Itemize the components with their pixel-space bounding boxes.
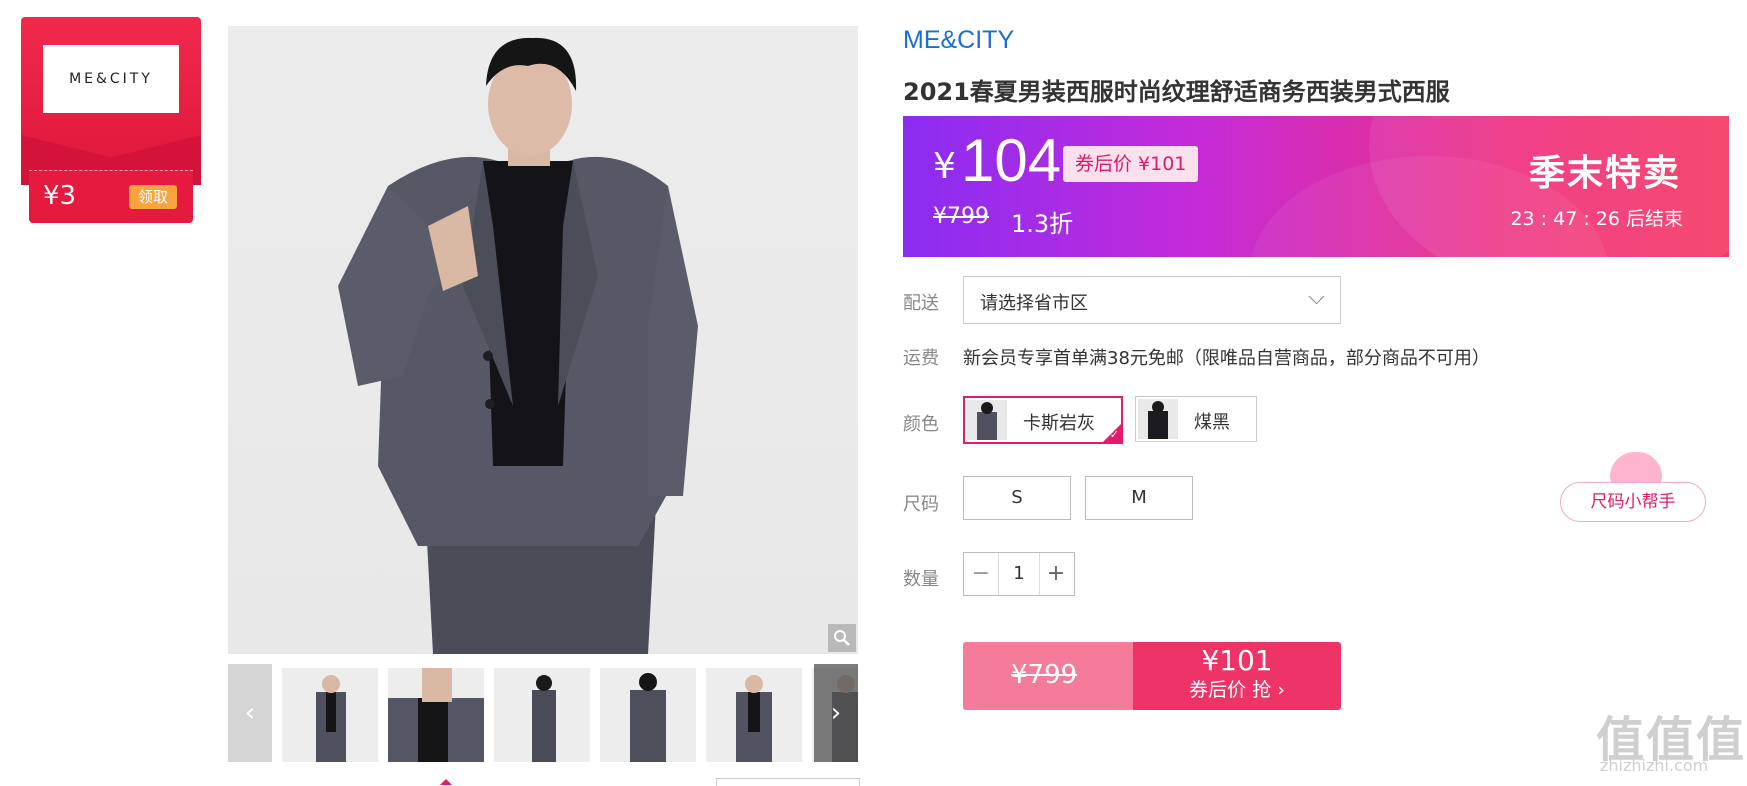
increase-button[interactable]: + [1039, 553, 1073, 595]
watermark-url: zhizhizhi.com [1600, 756, 1709, 775]
delivery-label: 配送 [903, 293, 939, 314]
size-helper-button[interactable]: 尺码小帮手 [1560, 482, 1706, 522]
thumbnail[interactable] [600, 668, 696, 762]
color-option-black[interactable]: 煤黑 [1135, 396, 1257, 442]
buy-action-section[interactable]: ¥101 券后价 抢 › [1133, 642, 1341, 710]
sale-label: 季末特卖 [1528, 153, 1681, 194]
quantity-label: 数量 [903, 569, 939, 590]
size-option-m[interactable]: M [1085, 476, 1193, 520]
color-thumbnail [1138, 399, 1178, 439]
size-option-s[interactable]: S [963, 476, 1071, 520]
zoom-icon[interactable] [828, 624, 856, 652]
after-coupon-price: 券后价 ¥101 [1063, 146, 1199, 182]
buy-price: ¥101 [1201, 644, 1273, 677]
thumbnail-strip: ‹ › [228, 664, 858, 762]
thumbnail[interactable] [282, 668, 378, 762]
shipping-label: 运费 [903, 348, 939, 369]
color-option-label: 卡斯岩灰 [1023, 413, 1095, 434]
quantity-stepper: − 1 + [963, 552, 1075, 596]
model-illustration [338, 37, 698, 654]
brand-logo: ME&CITY [43, 45, 179, 113]
quantity-value[interactable]: 1 [998, 553, 1040, 595]
thumbnail[interactable] [706, 668, 802, 762]
original-price: ¥799 [933, 204, 989, 229]
coupon-card[interactable]: ME&CITY ¥3 领取 [21, 17, 201, 223]
color-option-label: 煤黑 [1194, 412, 1230, 433]
coupon-amount: ¥3 [43, 181, 77, 211]
thumbnail[interactable] [388, 668, 484, 762]
main-product-image[interactable] [228, 26, 858, 654]
thumbnail-indicator [440, 779, 452, 785]
color-option-grey[interactable]: 卡斯岩灰 ✓ [963, 396, 1123, 444]
color-thumbnail [967, 400, 1007, 440]
region-select-value: 请选择省市区 [980, 293, 1088, 314]
size-label: 尺码 [903, 494, 939, 515]
shipping-info: 新会员专享首单满38元免邮（限唯品自营商品，部分商品不可用） [963, 348, 1490, 369]
discount-rate: 1.3折 [1011, 210, 1074, 238]
countdown-timer: 23 : 47 : 26 后结束 [1510, 208, 1683, 230]
chevron-down-icon [1308, 288, 1325, 305]
coupon-footer: ¥3 领取 [29, 170, 193, 223]
current-price: 104 [961, 127, 1062, 194]
claim-coupon-button[interactable]: 领取 [129, 185, 177, 209]
brand-link[interactable]: ME&CITY [903, 26, 1014, 55]
currency-symbol: ¥ [933, 146, 956, 187]
buy-button[interactable]: ¥799 ¥101 券后价 抢 › [963, 642, 1341, 710]
buy-action-label: 券后价 抢 › [1189, 679, 1285, 701]
region-select[interactable]: 请选择省市区 [963, 276, 1341, 324]
buy-original-section: ¥799 [963, 642, 1133, 710]
color-label: 颜色 [903, 414, 939, 435]
checkmark-icon: ✓ [1109, 428, 1119, 441]
product-title: 2021春夏男装西服时尚纹理舒适商务西装男式西服 [903, 78, 1450, 106]
chevron-left-icon[interactable]: ‹ [228, 664, 272, 762]
decrease-button[interactable]: − [964, 553, 998, 595]
thumbnail[interactable] [494, 668, 590, 762]
price-banner: ¥ 104 券后价 ¥101 ¥799 1.3折 季末特卖 23 : 47 : … [903, 116, 1729, 257]
chevron-right-icon[interactable]: › [814, 664, 858, 762]
buy-original-price: ¥799 [1011, 660, 1078, 690]
